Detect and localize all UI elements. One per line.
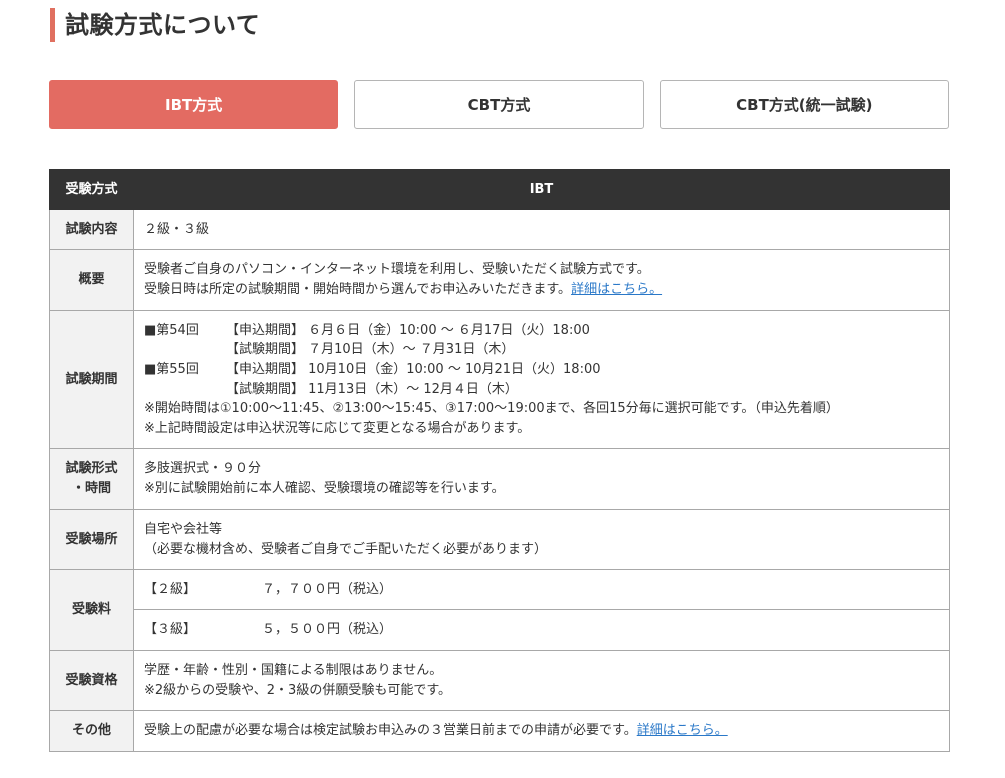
period-note-1: ※開始時間は①10:00～11:45、②13:00～15:45、③17:00～1…	[144, 401, 839, 417]
fee-grade-3-amount: ５，５００円（税込）	[262, 622, 393, 638]
round-54-apply-text: 【申込期間】 ６月６日（金）10:00 ～ ６月17日（火）18:00	[226, 322, 590, 338]
row-eligibility: 受験資格 学歴・年齢・性別・国籍による制限はありません。 ※2級からの受験や、2…	[49, 650, 950, 711]
round-55-name: ■第55回	[144, 361, 199, 377]
round-55-exam-text: 【試験期間】 11月13日（木）～ 12月４日（木）	[226, 381, 518, 397]
round-55-apply-text: 【申込期間】 10月10日（金）10:00 ～ 10月21日（火）18:00	[226, 361, 601, 377]
overview-line-1: 受験者ご自身のパソコン・インターネット環境を利用し、受験いただく試験方式です。	[144, 262, 650, 278]
round-54-exam-text: 【試験期間】 ７月10日（木）～ ７月31日（木）	[226, 342, 515, 358]
venue-line-1: 自宅や会社等	[144, 521, 223, 537]
eligibility-line-2: ※2級からの受験や、2・3級の併願受験も可能です。	[144, 682, 452, 698]
header-value: IBT	[133, 169, 950, 210]
eligibility-label: 受験資格	[49, 650, 134, 711]
period-note-2: ※上記時間設定は申込状況等に応じて変更となる場合があります。	[144, 420, 531, 436]
row-period: 試験期間 ■第54回 【申込期間】 ６月６日（金）10:00 ～ ６月17日（火）…	[49, 310, 950, 449]
overview-line-2: 受験日時は所定の試験期間・開始時間から選んでお申込みいただきます。詳細はこちら。	[144, 280, 949, 300]
period-value: ■第54回 【申込期間】 ６月６日（金）10:00 ～ ６月17日（火）18:00…	[133, 310, 950, 449]
content-value: ２級・３級	[133, 209, 950, 250]
other-line: 受験上の配慮が必要な場合は検定試験お申込みの３営業日前までの申請が必要です。詳細…	[144, 721, 949, 741]
format-line-2: ※別に試験開始前に本人確認、受験環境の確認等を行います。	[144, 481, 505, 496]
row-fee-grade-3: 【３級】 ５，５００円（税込）	[50, 609, 950, 651]
overview-line-2-text: 受験日時は所定の試験期間・開始時間から選んでお申込みいただきます。	[144, 282, 572, 297]
page: 試験方式について IBT方式 CBT方式 CBT方式(統一試験) 受験方式 IB…	[0, 0, 1005, 778]
round-54-exam: 【試験期間】 ７月10日（木）～ ７月31日（木）	[144, 340, 949, 360]
row-overview: 概要 受験者ご自身のパソコン・インターネット環境を利用し、受験いただく試験方式で…	[49, 249, 950, 311]
row-other: その他 受験上の配慮が必要な場合は検定試験お申込みの３営業日前までの申請が必要で…	[49, 710, 950, 752]
tab-cbt-unified[interactable]: CBT方式(統一試験)	[659, 80, 949, 129]
row-venue: 受験場所 自宅や会社等 （必要な機材含め、受験者ご自身でご手配いただく必要があり…	[49, 509, 950, 570]
tab-ibt[interactable]: IBT方式	[49, 80, 339, 129]
fee-label: 受験料	[49, 569, 134, 651]
venue-line-2: （必要な機材含め、受験者ご自身でご手配いただく必要があります）	[144, 541, 548, 557]
table-header-row: 受験方式 IBT	[49, 169, 950, 210]
header-label: 受験方式	[49, 169, 134, 210]
tab-cbt[interactable]: CBT方式	[354, 80, 644, 129]
format-line-1: 多肢選択式・９０分	[144, 461, 262, 477]
format-label-line-1: 試験形式	[65, 461, 118, 476]
other-label: その他	[49, 710, 134, 752]
venue-label: 受験場所	[49, 509, 134, 570]
format-label-line-2: ・時間	[71, 481, 111, 496]
round-54-apply: ■第54回 【申込期間】 ６月６日（金）10:00 ～ ６月17日（火）18:00	[144, 321, 949, 341]
round-55-apply: ■第55回 【申込期間】 10月10日（金）10:00 ～ 10月21日（火）18…	[144, 360, 949, 380]
exam-info-table: 受験方式 IBT 試験内容 ２級・３級 概要 受験者ご自身のパソコン・インターネ…	[49, 169, 950, 752]
row-content: 試験内容 ２級・３級	[49, 209, 950, 250]
period-label: 試験期間	[49, 310, 134, 449]
other-details-link[interactable]: 詳細はこちら。	[637, 723, 728, 738]
other-value: 受験上の配慮が必要な場合は検定試験お申込みの３営業日前までの申請が必要です。詳細…	[133, 710, 950, 752]
page-title: 試験方式について	[50, 8, 260, 42]
fee-grade-3: 【３級】 ５，５００円（税込）	[133, 609, 950, 651]
exam-method-tabs: IBT方式 CBT方式 CBT方式(統一試験)	[49, 80, 949, 129]
row-format: 試験形式 ・時間 多肢選択式・９０分 ※別に試験開始前に本人確認、受験環境の確認…	[49, 448, 950, 510]
eligibility-line-1: 学歴・年齢・性別・国籍による制限はありません。	[144, 662, 443, 678]
venue-value: 自宅や会社等 （必要な機材含め、受験者ご自身でご手配いただく必要があります）	[133, 509, 950, 570]
fee-grade-3-name: 【３級】	[144, 622, 197, 638]
fee-grade-2-name: 【２級】	[144, 581, 197, 597]
overview-label: 概要	[49, 249, 134, 311]
content-label: 試験内容	[49, 209, 134, 250]
eligibility-value: 学歴・年齢・性別・国籍による制限はありません。 ※2級からの受験や、2・3級の併…	[133, 650, 950, 711]
fee-grade-2-amount: ７，７００円（税込）	[262, 581, 393, 597]
round-55-exam: 【試験期間】 11月13日（木）～ 12月４日（木）	[144, 380, 949, 400]
other-text: 受験上の配慮が必要な場合は検定試験お申込みの３営業日前までの申請が必要です。	[144, 723, 637, 739]
format-value: 多肢選択式・９０分 ※別に試験開始前に本人確認、受験環境の確認等を行います。	[133, 448, 950, 510]
overview-value: 受験者ご自身のパソコン・インターネット環境を利用し、受験いただく試験方式です。 …	[133, 249, 950, 311]
row-fee-grade-2: 受験料 【２級】 ７，７００円（税込）	[49, 569, 950, 651]
fee-grade-2: 【２級】 ７，７００円（税込）	[133, 569, 950, 610]
round-54-name: ■第54回	[144, 322, 199, 338]
overview-details-link[interactable]: 詳細はこちら。	[571, 282, 662, 297]
format-label: 試験形式 ・時間	[49, 448, 134, 510]
